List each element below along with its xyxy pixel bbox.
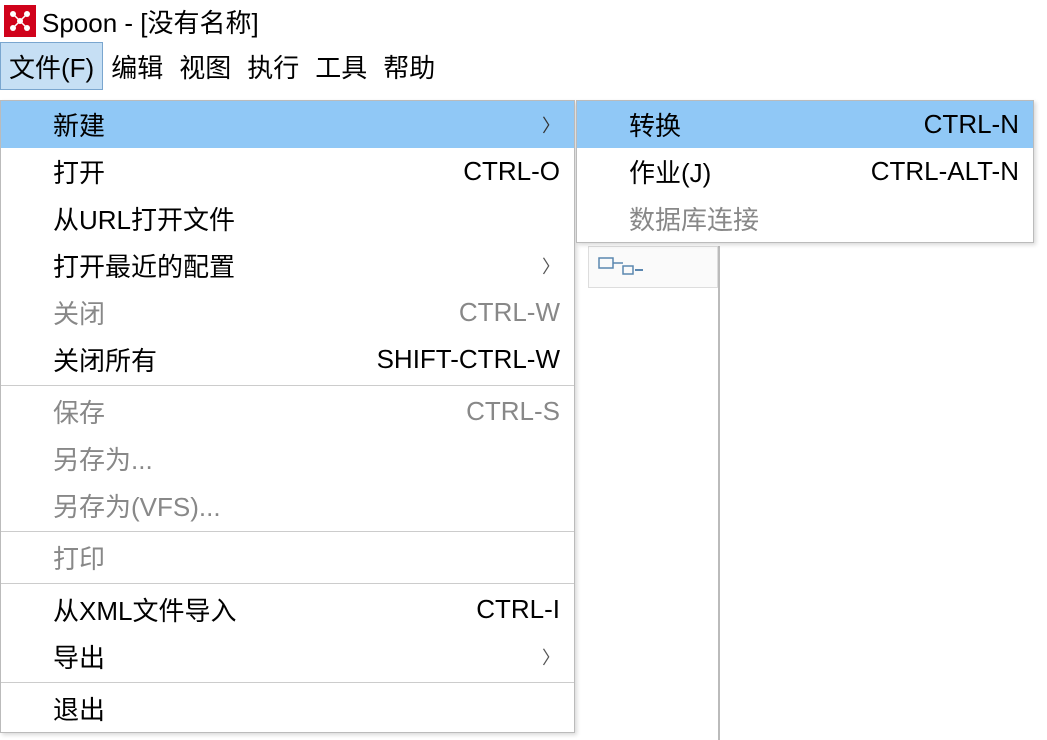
vertical-divider bbox=[718, 246, 720, 740]
menu-item-print: 打印 bbox=[1, 534, 574, 581]
menu-item-label: 退出 bbox=[53, 690, 560, 727]
menu-item-open[interactable]: 打开 CTRL-O bbox=[1, 148, 574, 195]
submenu-item-label: 数据库连接 bbox=[629, 200, 1019, 237]
submenu-item-db-connection: 数据库连接 bbox=[577, 195, 1033, 242]
submenu-arrow-icon: 〉 bbox=[542, 253, 560, 279]
menu-file[interactable]: 文件(F) bbox=[0, 42, 103, 90]
app-icon bbox=[4, 5, 36, 37]
menu-separator bbox=[1, 531, 574, 532]
menu-item-label: 导出 bbox=[53, 638, 560, 675]
menu-item-label: 打开 bbox=[53, 153, 463, 190]
menu-item-import-xml[interactable]: 从XML文件导入 CTRL-I bbox=[1, 586, 574, 633]
menu-item-label: 新建 bbox=[53, 106, 560, 143]
menu-item-label: 另存为... bbox=[53, 440, 560, 477]
file-dropdown: 新建 〉 打开 CTRL-O 从URL打开文件 打开最近的配置 〉 关闭 CTR… bbox=[0, 100, 575, 733]
submenu-item-label: 转换 bbox=[629, 106, 924, 143]
menu-item-save-as: 另存为... bbox=[1, 435, 574, 482]
submenu-arrow-icon: 〉 bbox=[542, 644, 560, 670]
submenu-item-label: 作业(J) bbox=[629, 153, 871, 190]
menu-item-save: 保存 CTRL-S bbox=[1, 388, 574, 435]
menu-item-exit[interactable]: 退出 bbox=[1, 685, 574, 732]
menu-item-label: 从URL打开文件 bbox=[53, 200, 560, 237]
app-title: Spoon - [没有名称] bbox=[42, 3, 259, 40]
menu-item-open-recent[interactable]: 打开最近的配置 〉 bbox=[1, 242, 574, 289]
menu-item-open-url[interactable]: 从URL打开文件 bbox=[1, 195, 574, 242]
menu-separator bbox=[1, 385, 574, 386]
menu-item-save-as-vfs: 另存为(VFS)... bbox=[1, 482, 574, 529]
menu-item-label: 另存为(VFS)... bbox=[53, 487, 560, 524]
menu-item-export[interactable]: 导出 〉 bbox=[1, 633, 574, 680]
menu-edit[interactable]: 编辑 bbox=[103, 42, 171, 90]
titlebar: Spoon - [没有名称] bbox=[0, 0, 1047, 42]
menu-item-shortcut: CTRL-I bbox=[476, 594, 560, 625]
menu-item-shortcut: CTRL-S bbox=[466, 396, 560, 427]
menu-help[interactable]: 帮助 bbox=[375, 42, 443, 90]
menu-separator bbox=[1, 682, 574, 683]
menu-item-label: 从XML文件导入 bbox=[53, 591, 476, 628]
menu-item-label: 打印 bbox=[53, 539, 560, 576]
menu-run[interactable]: 执行 bbox=[239, 42, 307, 90]
submenu-item-job[interactable]: 作业(J) CTRL-ALT-N bbox=[577, 148, 1033, 195]
submenu-arrow-icon: 〉 bbox=[542, 112, 560, 138]
menu-item-label: 关闭所有 bbox=[53, 341, 377, 378]
menu-item-label: 打开最近的配置 bbox=[53, 247, 560, 284]
menu-tools[interactable]: 工具 bbox=[307, 42, 375, 90]
new-submenu: 转换 CTRL-N 作业(J) CTRL-ALT-N 数据库连接 bbox=[576, 100, 1034, 243]
menu-separator bbox=[1, 583, 574, 584]
menu-item-close: 关闭 CTRL-W bbox=[1, 289, 574, 336]
menu-item-new[interactable]: 新建 〉 bbox=[1, 101, 574, 148]
menu-item-shortcut: CTRL-O bbox=[463, 156, 560, 187]
submenu-item-shortcut: CTRL-ALT-N bbox=[871, 156, 1019, 187]
menu-item-shortcut: SHIFT-CTRL-W bbox=[377, 344, 560, 375]
menu-item-label: 保存 bbox=[53, 393, 466, 430]
menu-item-shortcut: CTRL-W bbox=[459, 297, 560, 328]
menu-view[interactable]: 视图 bbox=[171, 42, 239, 90]
submenu-item-shortcut: CTRL-N bbox=[924, 109, 1019, 140]
submenu-item-transformation[interactable]: 转换 CTRL-N bbox=[577, 101, 1033, 148]
menubar: 文件(F) 编辑 视图 执行 工具 帮助 bbox=[0, 42, 1047, 90]
menu-item-label: 关闭 bbox=[53, 294, 459, 331]
toolbar-fragment bbox=[588, 246, 718, 288]
menu-item-close-all[interactable]: 关闭所有 SHIFT-CTRL-W bbox=[1, 336, 574, 383]
